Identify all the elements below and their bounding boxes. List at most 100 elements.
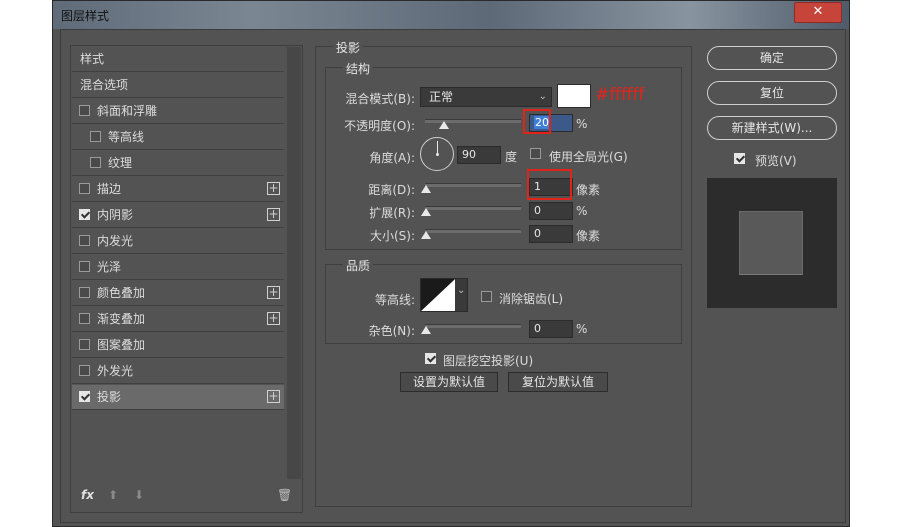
style-list-item[interactable]: 投影 + [72,385,284,410]
style-list-item[interactable]: 纹理 [72,151,284,176]
style-list-item-label: 等高线 [108,130,145,144]
style-list-item-label: 纹理 [108,156,133,170]
style-list-item[interactable]: 混合选项 [72,73,284,98]
size-input[interactable]: 0 [529,225,573,243]
opacity-highlight [523,109,551,134]
distance-highlight [527,169,572,200]
preview-swatch [739,211,803,275]
contour-picker[interactable]: ⌄ [420,278,468,312]
noise-label: 杂色(N): [368,324,415,338]
global-light-label: 使用全局光(G) [549,150,628,164]
style-list-item[interactable]: 样式 [72,47,284,72]
style-list-scrollbar[interactable] [287,47,301,479]
contour-label: 等高线: [374,293,415,307]
style-list-item-label: 渐变叠加 [97,312,146,326]
style-checkbox[interactable] [79,339,90,350]
style-list-item[interactable]: 颜色叠加 + [72,281,284,306]
style-checkbox[interactable] [79,105,90,116]
style-list-item-label: 样式 [80,52,105,66]
structure-title: 结构 [343,60,374,77]
spread-slider-track[interactable] [425,206,521,210]
style-checkbox[interactable] [79,287,90,298]
trash-icon[interactable]: 🗑 [277,488,292,502]
move-down-icon[interactable]: ⬇ [134,488,144,502]
layer-style-dialog: 图层样式 ✕ 样式混合选项斜面和浮雕等高线纹理描边 + 内阴影 + 内发光光泽颜色叠加 +… [52,0,850,527]
angle-input[interactable]: 90 [457,146,501,164]
knockout-label: 图层挖空投影(U) [443,354,534,368]
preview-label: 预览(V) [755,154,797,168]
style-list-item[interactable]: 内发光 [72,229,284,254]
style-checkbox[interactable] [79,209,90,220]
size-slider-track[interactable] [425,229,521,233]
style-list-item-label: 光泽 [97,260,122,274]
reset-default-button[interactable]: 复位为默认值 [508,372,608,392]
antialias-checkbox[interactable] [481,291,492,302]
style-list-item-label: 斜面和浮雕 [97,104,158,118]
style-list-item-label: 图案叠加 [97,338,146,352]
noise-slider-thumb[interactable] [421,326,431,334]
style-checkbox[interactable] [90,157,101,168]
knockout-checkbox[interactable] [425,353,436,364]
style-list-item[interactable]: 等高线 [72,125,284,150]
add-effect-icon[interactable]: + [267,312,280,325]
style-list-item[interactable]: 图案叠加 [72,333,284,358]
style-list: 样式混合选项斜面和浮雕等高线纹理描边 + 内阴影 + 内发光光泽颜色叠加 + 渐变叠加 + 图案… [70,45,303,513]
add-effect-icon[interactable]: + [267,208,280,221]
spread-input[interactable]: 0 [529,202,573,220]
angle-dial[interactable] [420,137,454,171]
spread-label: 扩展(R): [369,206,415,220]
noise-unit: % [576,322,588,336]
style-checkbox[interactable] [79,261,90,272]
fx-icon[interactable]: fx [81,488,94,502]
add-effect-icon[interactable]: + [267,390,280,403]
preview-checkbox[interactable] [734,153,745,164]
style-list-item[interactable]: 内阴影 + [72,203,284,228]
style-list-item-label: 混合选项 [80,78,129,92]
size-slider-thumb[interactable] [421,231,431,239]
contour-preview-icon [421,279,455,311]
ok-button[interactable]: 确定 [707,46,837,70]
style-list-item-label: 描边 [97,182,122,196]
noise-input[interactable]: 0 [529,320,573,338]
style-checkbox[interactable] [79,183,90,194]
style-checkbox[interactable] [79,235,90,246]
size-unit: 像素 [576,229,601,243]
opacity-label: 不透明度(O): [344,119,415,133]
noise-slider-track[interactable] [425,324,521,328]
style-list-item[interactable]: 渐变叠加 + [72,307,284,332]
angle-unit: 度 [505,150,518,164]
distance-slider-track[interactable] [425,183,521,187]
new-style-button[interactable]: 新建样式(W)... [707,116,837,140]
reset-button[interactable]: 复位 [707,81,837,105]
color-annotation: #ffffff [595,85,645,105]
distance-slider-thumb[interactable] [421,185,431,193]
title-bar[interactable]: 图层样式 ✕ [53,1,849,29]
style-checkbox[interactable] [79,391,90,402]
style-checkbox[interactable] [90,131,101,142]
opacity-slider-thumb[interactable] [439,121,449,129]
drop-shadow-title: 投影 [333,39,364,56]
move-up-icon[interactable]: ⬆ [108,488,118,502]
add-effect-icon[interactable]: + [267,182,280,195]
chevron-down-icon: ⌄ [457,285,466,296]
shadow-color-swatch[interactable] [557,84,591,108]
distance-label: 距离(D): [368,183,415,197]
close-button[interactable]: ✕ [794,2,842,23]
style-list-item-label: 外发光 [97,364,134,378]
style-preview [707,178,837,308]
global-light-checkbox[interactable] [530,148,541,159]
style-list-item[interactable]: 外发光 [72,359,284,384]
spread-slider-thumb[interactable] [421,208,431,216]
style-checkbox[interactable] [79,365,90,376]
style-list-item-label: 内阴影 [97,208,134,222]
spread-unit: % [576,204,588,218]
blend-mode-select[interactable]: 正常 ⌄ [420,87,552,107]
style-checkbox[interactable] [79,313,90,324]
add-effect-icon[interactable]: + [267,286,280,299]
make-default-button[interactable]: 设置为默认值 [400,372,498,392]
style-list-item[interactable]: 描边 + [72,177,284,202]
style-list-item-label: 投影 [97,390,122,404]
style-list-item[interactable]: 光泽 [72,255,284,280]
quality-title: 品质 [343,257,374,274]
style-list-item[interactable]: 斜面和浮雕 [72,99,284,124]
